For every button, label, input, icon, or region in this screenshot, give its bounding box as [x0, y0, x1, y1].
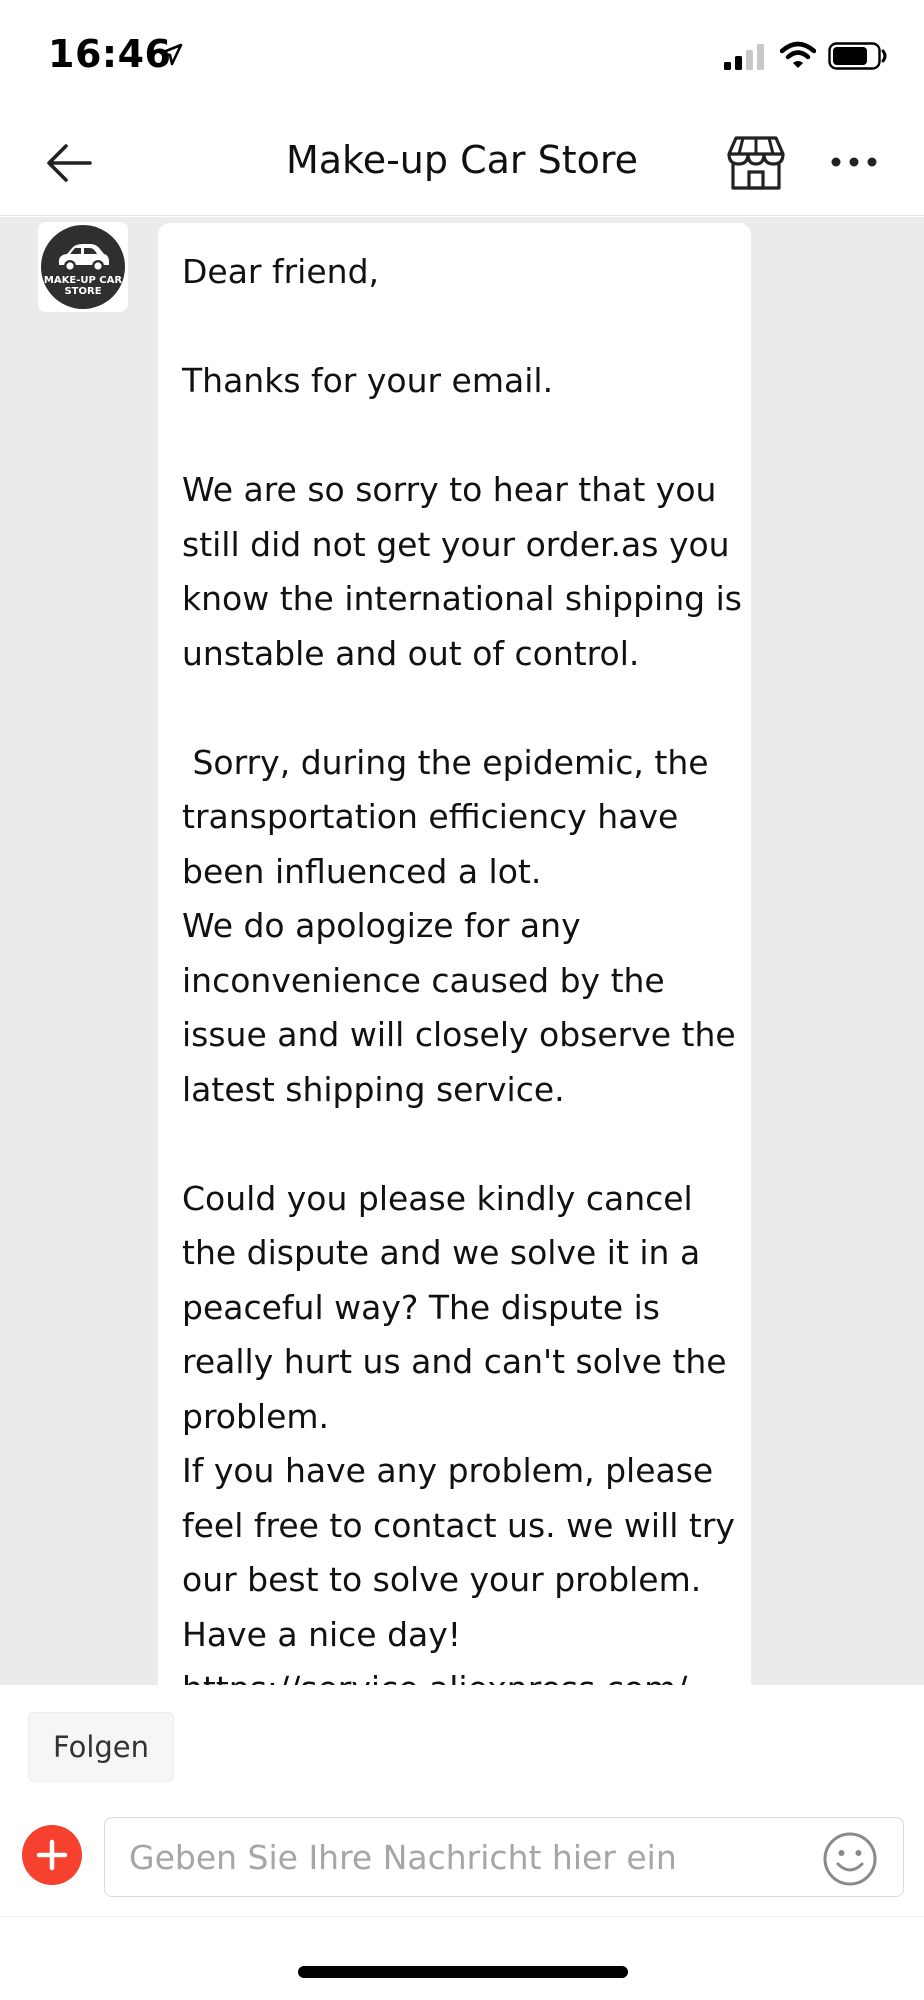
store-logo-text: MAKE-UP CAR STORE: [43, 275, 123, 297]
message-line: issue and will closely observe the: [182, 1015, 736, 1054]
add-attachment-button[interactable]: [22, 1825, 82, 1885]
message-line: Thanks for your email.: [182, 361, 554, 400]
message-line: peaceful way? The dispute is: [182, 1287, 660, 1327]
follow-button[interactable]: Folgen: [28, 1712, 174, 1782]
message-line: [182, 1117, 729, 1172]
message-line: know the international shipping is: [182, 579, 742, 618]
status-time: 16:46: [48, 32, 172, 76]
message-line: unstable and out of control.: [182, 633, 640, 673]
location-arrow-icon: [159, 43, 183, 66]
chat-header: Make-up Car Store: [0, 110, 924, 216]
car-icon: [58, 244, 109, 272]
smiley-icon: [823, 1832, 877, 1886]
store-avatar[interactable]: MAKE-UP CAR STORE: [38, 222, 128, 312]
store-logo: MAKE-UP CAR STORE: [41, 225, 125, 309]
message-link[interactable]: https://service.aliexpress.com/: [182, 1662, 729, 1685]
message-line: problem.: [182, 1396, 330, 1436]
message-line: transportation efficiency have: [182, 797, 679, 836]
chat-area[interactable]: MAKE-UP CAR STORE Dear friend, Thanks fo…: [0, 217, 924, 1685]
message-bubble[interactable]: Dear friend, Thanks for your email. We a…: [158, 223, 751, 1685]
message-line: [182, 300, 729, 355]
plus-icon: [36, 1839, 68, 1871]
message-line: the dispute and we solve it in a: [182, 1233, 701, 1272]
home-indicator[interactable]: [298, 1966, 628, 1978]
message-line: We do apologize for any: [182, 906, 581, 945]
message-line: latest shipping service.: [182, 1069, 565, 1109]
message-line: Dear friend,: [182, 252, 380, 291]
message-line: If you have any problem, please: [182, 1451, 714, 1490]
message-line: Sorry, during the epidemic, the: [182, 742, 709, 782]
message-line: inconvenience caused by the: [182, 960, 665, 1000]
store-icon[interactable]: [726, 134, 786, 192]
message-line: been influenced a lot.: [182, 851, 542, 891]
signal-icon: [724, 44, 764, 70]
message-input[interactable]: [104, 1817, 904, 1897]
message-line: really hurt us and can't solve the: [182, 1342, 727, 1381]
message-line: Could you please kindly cancel: [182, 1178, 693, 1218]
message-line: We are so sorry to hear that you: [182, 470, 717, 509]
wifi-icon: [780, 41, 816, 68]
status-bar: 16:46: [0, 0, 924, 110]
message-line: feel free to contact us. we will try: [182, 1505, 735, 1545]
more-icon[interactable]: [830, 154, 878, 170]
emoji-button[interactable]: [822, 1831, 878, 1887]
follow-bar: Folgen: [0, 1685, 924, 1795]
message-line: [182, 681, 729, 736]
message-line: Have a nice day!: [182, 1614, 462, 1654]
message-line: still did not get your order.as you: [182, 524, 730, 564]
message-line: our best to solve your problem.: [182, 1560, 702, 1599]
battery-icon: [828, 42, 887, 70]
message-line: [182, 409, 729, 464]
composer-bar: [0, 1795, 924, 1917]
